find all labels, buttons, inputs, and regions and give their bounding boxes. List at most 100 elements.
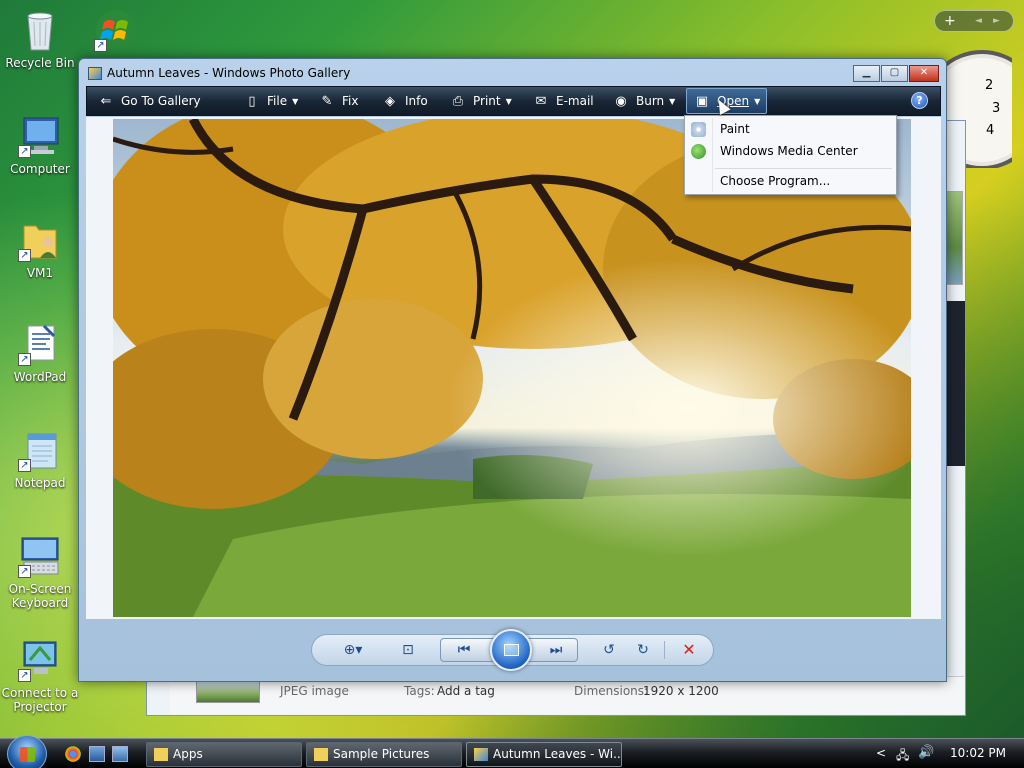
gadget-next-button[interactable]: ►	[993, 11, 1000, 31]
clock-time[interactable]: 10:02 PM	[950, 746, 1006, 760]
dimensions-value: 1920 x 1200	[643, 684, 719, 698]
network-icon[interactable]: 🖧	[896, 746, 909, 767]
keyboard-icon: ↗	[18, 534, 62, 578]
show-desktop-icon[interactable]	[89, 746, 105, 762]
chevron-down-icon: ▼	[669, 96, 676, 106]
chevron-down-icon: ▼	[292, 96, 299, 106]
delete-icon: ✕	[682, 640, 696, 659]
chevron-down-icon: ▼	[754, 96, 761, 106]
switch-windows-icon[interactable]	[112, 746, 128, 762]
windows-update-icon: ↗	[94, 8, 138, 52]
zoom-button[interactable]: ⊕▾	[334, 635, 372, 665]
print-menu-button[interactable]: ⎙ Print ▼	[449, 87, 512, 115]
file-label: File	[267, 94, 288, 108]
file-menu-button[interactable]: ▯ File ▼	[243, 87, 298, 115]
title-bar[interactable]: Autumn Leaves - Windows Photo Gallery ▁ …	[79, 59, 946, 87]
minimize-button[interactable]: ▁	[853, 65, 880, 82]
shortcut-arrow-icon: ↗	[18, 459, 31, 472]
disc-icon: ◉	[615, 94, 627, 109]
taskbar-button-label: Autumn Leaves - Wi...	[493, 747, 622, 761]
shortcut-arrow-icon: ↗	[18, 565, 31, 578]
previous-icon: ⏮	[457, 642, 471, 658]
shortcut-arrow-icon: ↗	[18, 669, 31, 682]
fix-label: Fix	[342, 94, 359, 108]
desktop-icon-on-screen-keyboard[interactable]: ↗ On-Screen Keyboard	[0, 534, 80, 610]
viewer-controls: ⊕▾ ⊡ ⏮ ⏭ ↺ ↻ ✕	[311, 629, 714, 671]
add-gadget-button[interactable]: +	[944, 11, 956, 31]
add-tag-link[interactable]: Add a tag	[437, 684, 495, 698]
desktop-icon-label: WordPad	[13, 370, 67, 384]
taskbar-button-label: Sample Pictures	[333, 747, 430, 761]
photo-gallery-app-icon	[88, 67, 102, 80]
gadget-prev-button[interactable]: ◄	[975, 11, 982, 31]
rotate-counterclockwise-button[interactable]: ↺	[596, 635, 622, 665]
desktop-icon-label: On-Screen Keyboard	[8, 582, 72, 610]
projector-icon: ↗	[18, 638, 62, 682]
shortcut-arrow-icon: ↗	[18, 353, 31, 366]
volume-icon[interactable]: 🔊	[918, 745, 934, 760]
start-button[interactable]	[7, 735, 47, 768]
info-button[interactable]: ◈ Info	[381, 87, 428, 115]
email-button[interactable]: ✉ E-mail	[532, 87, 594, 115]
go-to-gallery-label: Go To Gallery	[121, 94, 201, 108]
show-hidden-icons-button[interactable]: <	[876, 746, 886, 760]
printer-icon: ⎙	[452, 94, 464, 109]
desktop-icon-computer[interactable]: ↗ Computer	[0, 114, 80, 176]
clock-number: 2	[985, 78, 994, 93]
desktop-icon-windows-update[interactable]: ↗	[76, 8, 156, 56]
desktop-icon-recycle-bin[interactable]: Recycle Bin	[0, 8, 80, 70]
separator	[664, 641, 665, 659]
window-title: Autumn Leaves - Windows Photo Gallery	[107, 66, 351, 80]
info-tag-icon: ◈	[385, 94, 395, 109]
taskbar-button-sample-pictures[interactable]: Sample Pictures	[306, 742, 462, 767]
go-to-gallery-button[interactable]: ⇐ Go To Gallery	[97, 87, 201, 115]
next-button[interactable]: ⏭	[539, 639, 573, 661]
system-tray: < 🖧 🔊 10:02 PM	[864, 739, 1024, 768]
actual-size-button[interactable]: ⊡	[394, 635, 422, 665]
print-label: Print	[473, 94, 501, 108]
fix-button[interactable]: ✎ Fix	[318, 87, 359, 115]
desktop-icon-wordpad[interactable]: ↗ WordPad	[0, 322, 80, 384]
menu-item-label: Windows Media Center	[720, 144, 858, 158]
windows-media-center-icon	[691, 144, 706, 159]
info-label: Info	[405, 94, 428, 108]
clock-number: 3	[992, 101, 1001, 116]
paint-icon	[691, 122, 706, 137]
help-button[interactable]: ?	[911, 92, 928, 109]
chevron-down-icon: ▼	[505, 96, 512, 106]
next-icon: ⏭	[549, 642, 563, 658]
burn-menu-button[interactable]: ◉ Burn ▼	[612, 87, 675, 115]
email-label: E-mail	[556, 94, 594, 108]
delete-button[interactable]: ✕	[676, 635, 702, 665]
back-to-gallery-icon: ⇐	[100, 94, 112, 109]
desktop-icon-label: Recycle Bin	[5, 56, 75, 70]
open-with-dropdown: Paint Windows Media Center Choose Progra…	[684, 115, 897, 195]
taskbar-button-autumn-leaves[interactable]: Autumn Leaves - Wi...	[466, 742, 622, 767]
menu-item-windows-media-center[interactable]: Windows Media Center	[685, 140, 896, 162]
previous-button[interactable]: ⏮	[447, 639, 481, 661]
taskbar: Apps Sample Pictures Autumn Leaves - Wi.…	[0, 735, 1024, 768]
menu-item-paint[interactable]: Paint	[685, 118, 896, 140]
menu-item-choose-program[interactable]: Choose Program...	[685, 170, 896, 192]
photo-gallery-icon	[474, 748, 488, 761]
desktop-icon-notepad[interactable]: ↗ Notepad	[0, 428, 80, 490]
chrome-icon[interactable]	[65, 746, 81, 762]
folder-icon	[314, 748, 328, 761]
desktop-icon-connect-projector[interactable]: ↗ Connect to a Projector	[0, 638, 80, 714]
toolbar: ⇐ Go To Gallery ▯ File ▼ ✎ Fix ◈ Info ⎙ Print ▼…	[86, 86, 941, 116]
open-with-icon: ▣	[695, 94, 709, 109]
close-button[interactable]: ✕	[909, 65, 939, 82]
desktop-icon-label: Computer	[10, 162, 70, 176]
selected-thumbnail[interactable]	[196, 681, 260, 703]
desktop-icon-label: Notepad	[14, 476, 66, 490]
desktop-icon-vm1[interactable]: ↗ VM1	[0, 218, 80, 280]
sidebar-gadget-controls: + ◄ ►	[934, 10, 1014, 32]
play-slideshow-button[interactable]	[490, 629, 532, 671]
fit-window-icon: ⊡	[402, 642, 414, 658]
rotate-clockwise-button[interactable]: ↻	[630, 635, 656, 665]
zoom-icon: ⊕▾	[343, 642, 363, 658]
maximize-button[interactable]: ▢	[881, 65, 908, 82]
taskbar-button-apps[interactable]: Apps	[146, 742, 302, 767]
computer-icon: ↗	[18, 114, 62, 158]
taskbar-button-label: Apps	[173, 747, 203, 761]
